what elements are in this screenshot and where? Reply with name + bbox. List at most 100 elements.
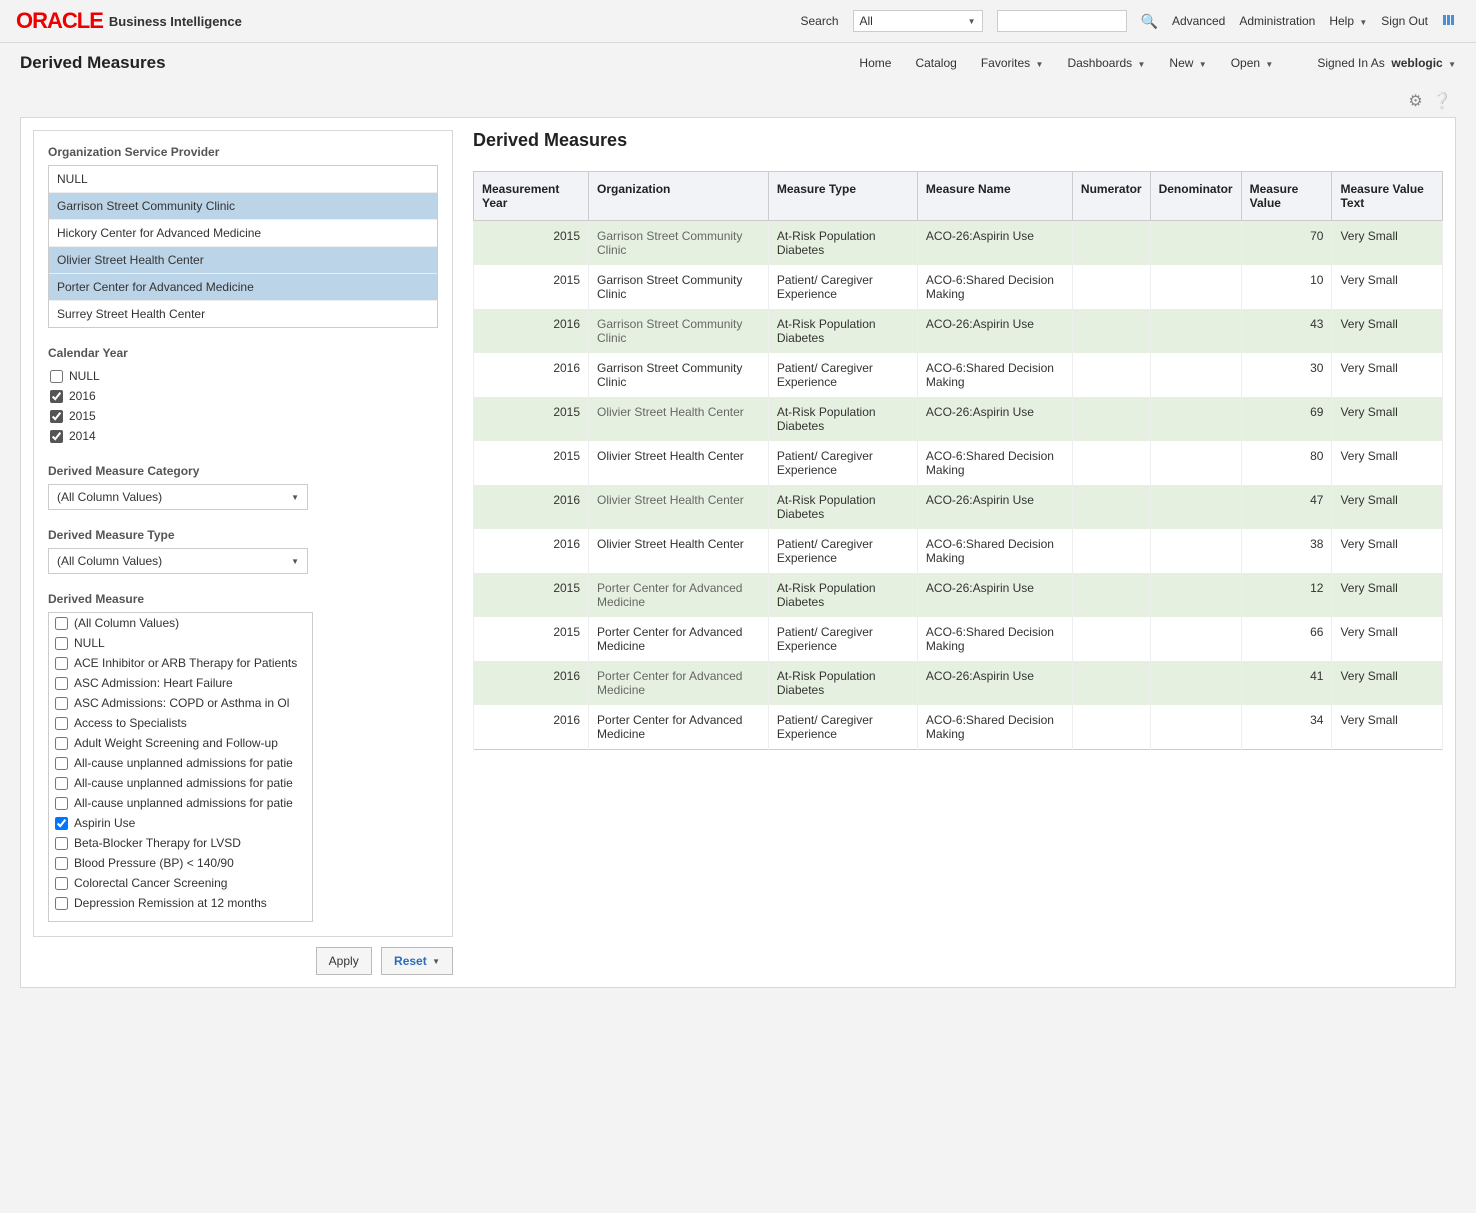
org-item[interactable]: Hickory Center for Advanced Medicine [49,220,437,247]
table-cell: Patient/ Caregiver Experience [768,265,917,309]
advanced-link[interactable]: Advanced [1172,14,1225,28]
measure-checkbox[interactable] [55,877,68,890]
measure-item[interactable]: ASC Admission: Heart Failure [49,673,313,693]
category-select[interactable]: (All Column Values) ▼ [48,484,308,510]
table-cell: 12 [1241,573,1332,617]
measure-label: ASC Admissions: COPD or Asthma in Ol [74,696,289,710]
table-cell: 66 [1241,617,1332,661]
measure-checkbox[interactable] [55,857,68,870]
measure-item[interactable]: Aspirin Use [49,813,313,833]
year-item[interactable]: 2015 [50,406,438,426]
column-header[interactable]: Measurement Year [474,172,589,221]
measure-checkbox[interactable] [55,737,68,750]
column-header[interactable]: Measure Value Text [1332,172,1443,221]
measure-item[interactable]: Access to Specialists [49,713,313,733]
org-item[interactable]: Surrey Street Health Center [49,301,437,327]
help-icon[interactable]: ❔ [1432,93,1452,110]
chevron-down-icon: ▼ [1036,60,1044,69]
measure-checkbox[interactable] [55,657,68,670]
table-cell: Very Small [1332,705,1443,750]
logo-subtitle: Business Intelligence [109,14,242,29]
measure-checkbox[interactable] [55,777,68,790]
nav-favorites[interactable]: Favorites ▼ [981,56,1044,70]
table-cell: 2015 [474,573,589,617]
measure-label: Adult Weight Screening and Follow-up [74,736,278,750]
measure-checkbox[interactable] [55,697,68,710]
org-item[interactable]: Porter Center for Advanced Medicine [49,274,437,301]
measure-checkbox[interactable] [55,637,68,650]
measure-label: All-cause unplanned admissions for patie [74,796,293,810]
measure-item[interactable]: All-cause unplanned admissions for patie [49,753,313,773]
gear-icon[interactable]: ⚙ [1408,93,1422,110]
year-checkbox[interactable] [50,370,63,383]
table-cell: At-Risk Population Diabetes [768,485,917,529]
column-header[interactable]: Measure Type [768,172,917,221]
table-cell: Patient/ Caregiver Experience [768,353,917,397]
org-item[interactable]: Olivier Street Health Center [49,247,437,274]
year-checkbox[interactable] [50,430,63,443]
search-scope-select[interactable]: All ▼ [853,10,983,32]
measure-item[interactable]: ACE Inhibitor or ARB Therapy for Patient… [49,653,313,673]
measure-item[interactable]: All-cause unplanned admissions for patie [49,793,313,813]
search-input[interactable] [997,10,1127,32]
measure-item[interactable]: (All Column Values) [49,613,313,633]
table-row: 2016Garrison Street Community ClinicAt-R… [474,309,1443,353]
year-checkbox[interactable] [50,390,63,403]
column-header[interactable]: Organization [589,172,769,221]
measure-item[interactable]: Beta-Blocker Therapy for LVSD [49,833,313,853]
measure-item[interactable]: ASC Admissions: COPD or Asthma in Ol [49,693,313,713]
measure-checkbox[interactable] [55,817,68,830]
measure-checkbox[interactable] [55,897,68,910]
nav-open[interactable]: Open ▼ [1231,56,1274,70]
app-switcher-icon[interactable] [1442,14,1460,28]
org-item[interactable]: Garrison Street Community Clinic [49,193,437,220]
signed-in-user[interactable]: weblogic ▼ [1391,56,1456,70]
table-row: 2015Olivier Street Health CenterAt-Risk … [474,397,1443,441]
table-cell: At-Risk Population Diabetes [768,661,917,705]
measure-item[interactable]: Colorectal Cancer Screening [49,873,313,893]
column-header[interactable]: Numerator [1072,172,1150,221]
measure-checkbox[interactable] [55,757,68,770]
administration-link[interactable]: Administration [1239,14,1315,28]
measure-checkbox[interactable] [55,717,68,730]
table-cell: Very Small [1332,397,1443,441]
year-item[interactable]: NULL [50,366,438,386]
table-cell: 2015 [474,221,589,266]
results-table: Measurement YearOrganizationMeasure Type… [473,171,1443,750]
column-header[interactable]: Measure Value [1241,172,1332,221]
year-checkbox[interactable] [50,410,63,423]
measure-item[interactable]: Blood Pressure (BP) < 140/90 [49,853,313,873]
measure-checkbox[interactable] [55,837,68,850]
help-link[interactable]: Help ▼ [1329,14,1367,28]
apply-button[interactable]: Apply [316,947,372,975]
column-header[interactable]: Measure Name [917,172,1072,221]
table-cell: Patient/ Caregiver Experience [768,441,917,485]
measure-item[interactable]: All-cause unplanned admissions for patie [49,773,313,793]
table-cell: 30 [1241,353,1332,397]
measure-item[interactable]: NULL [49,633,313,653]
search-icon[interactable]: 🔍 [1141,13,1158,30]
nav-new[interactable]: New ▼ [1169,56,1206,70]
table-cell: Garrison Street Community Clinic [589,265,769,309]
sign-out-link[interactable]: Sign Out [1381,14,1428,28]
measure-list[interactable]: (All Column Values)NULLACE Inhibitor or … [48,612,313,922]
measure-item[interactable]: Adult Weight Screening and Follow-up [49,733,313,753]
measure-label: ASC Admission: Heart Failure [74,676,233,690]
org-item[interactable]: NULL [49,166,437,193]
reset-button[interactable]: Reset ▼ [381,947,453,975]
nav-home[interactable]: Home [859,56,891,70]
nav-dashboards[interactable]: Dashboards ▼ [1067,56,1145,70]
measure-item[interactable]: Depression Remission at 12 months [49,893,313,913]
year-item[interactable]: 2016 [50,386,438,406]
year-item[interactable]: 2014 [50,426,438,446]
table-cell: Very Small [1332,265,1443,309]
measure-checkbox[interactable] [55,677,68,690]
table-cell: Porter Center for Advanced Medicine [589,573,769,617]
measure-checkbox[interactable] [55,797,68,810]
measure-checkbox[interactable] [55,617,68,630]
type-select[interactable]: (All Column Values) ▼ [48,548,308,574]
column-header[interactable]: Denominator [1150,172,1241,221]
chevron-down-icon: ▼ [1448,60,1456,69]
nav-catalog[interactable]: Catalog [915,56,956,70]
table-row: 2016Porter Center for Advanced MedicineA… [474,661,1443,705]
